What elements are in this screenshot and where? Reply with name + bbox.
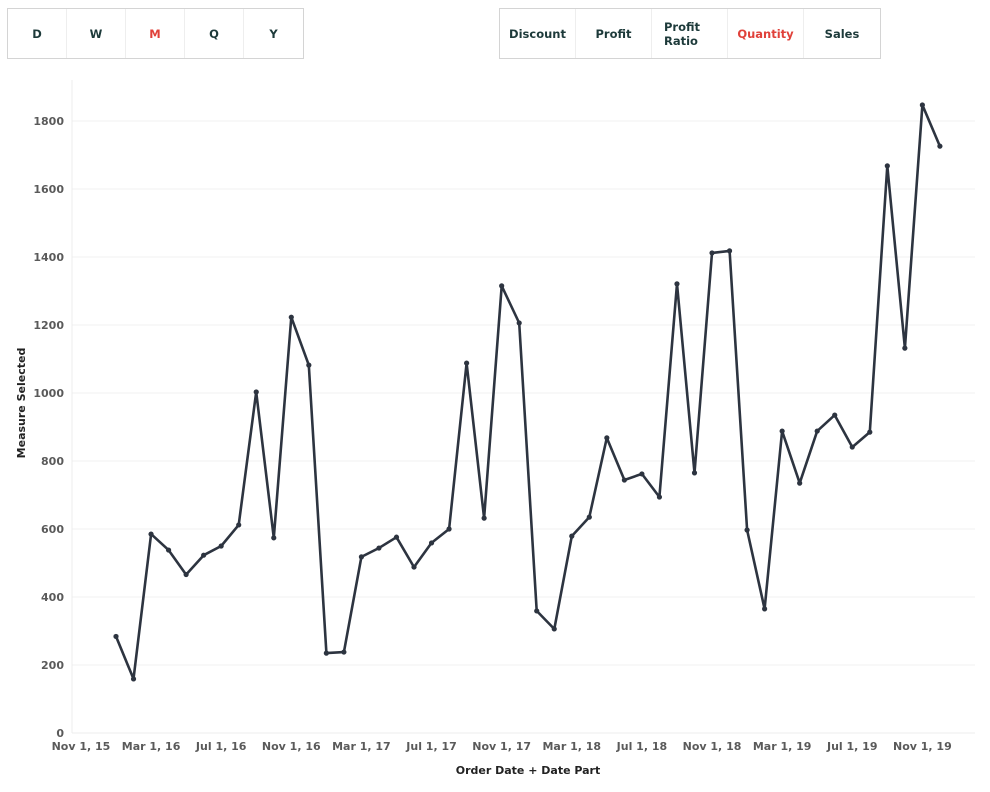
- data-point[interactable]: [709, 250, 715, 256]
- data-point[interactable]: [849, 444, 855, 450]
- data-point[interactable]: [884, 163, 890, 169]
- data-point[interactable]: [604, 435, 610, 441]
- x-tick-label: Nov 1, 15: [52, 740, 111, 753]
- y-tick-label: 1200: [33, 319, 64, 332]
- data-point[interactable]: [919, 102, 925, 108]
- data-point[interactable]: [656, 494, 663, 500]
- data-point[interactable]: [481, 515, 487, 521]
- data-point[interactable]: [446, 526, 452, 532]
- data-point[interactable]: [393, 534, 400, 540]
- data-point[interactable]: [253, 389, 259, 395]
- x-tick-label: Nov 1, 19: [893, 740, 952, 753]
- x-axis-ticks: Nov 1, 15 Mar 1, 16 Jul 1, 16 Nov 1, 16 Mar …: [52, 740, 952, 753]
- data-point[interactable]: [867, 429, 873, 435]
- x-tick-label: Jul 1, 19: [826, 740, 878, 753]
- data-point[interactable]: [674, 281, 680, 287]
- data-point[interactable]: [148, 531, 154, 537]
- data-point[interactable]: [902, 345, 908, 351]
- x-tick-label: Jul 1, 18: [616, 740, 668, 753]
- data-point[interactable]: [534, 608, 540, 614]
- gridlines: [72, 120, 975, 734]
- data-point[interactable]: [306, 362, 312, 368]
- data-point[interactable]: [569, 533, 575, 539]
- data-point[interactable]: [358, 554, 365, 560]
- x-tick-label: Mar 1, 17: [332, 740, 391, 753]
- x-tick-label: Nov 1, 18: [683, 740, 742, 753]
- data-point[interactable]: [165, 547, 172, 553]
- data-point[interactable]: [411, 564, 417, 570]
- data-point[interactable]: [113, 633, 119, 640]
- data-point[interactable]: [271, 535, 277, 541]
- x-axis-title: Order Date + Date Part: [456, 764, 601, 777]
- series-line-quantity: [114, 103, 942, 681]
- data-point[interactable]: [726, 248, 733, 254]
- y-tick-label: 1400: [33, 251, 64, 264]
- x-tick-label: Jul 1, 16: [195, 740, 247, 753]
- y-tick-label: 400: [41, 591, 64, 604]
- data-point[interactable]: [814, 428, 820, 434]
- data-point[interactable]: [797, 480, 803, 486]
- x-tick-label: Mar 1, 18: [542, 740, 601, 753]
- data-point[interactable]: [639, 471, 645, 477]
- data-point[interactable]: [376, 545, 382, 551]
- y-tick-label: 1000: [33, 387, 64, 400]
- data-point[interactable]: [621, 477, 627, 483]
- data-point[interactable]: [323, 650, 329, 656]
- data-point[interactable]: [201, 552, 207, 558]
- data-point[interactable]: [832, 412, 838, 418]
- data-point[interactable]: [464, 360, 470, 366]
- x-tick-label: Jul 1, 17: [405, 740, 457, 753]
- y-axis-title: Measure Selected: [15, 348, 28, 459]
- data-point[interactable]: [551, 626, 557, 632]
- y-tick-label: 0: [56, 727, 64, 740]
- x-tick-label: Mar 1, 19: [753, 740, 812, 753]
- data-point[interactable]: [691, 470, 698, 476]
- data-point[interactable]: [218, 543, 224, 549]
- data-point[interactable]: [499, 283, 505, 289]
- y-tick-label: 200: [41, 659, 64, 672]
- data-point[interactable]: [428, 540, 435, 546]
- data-point[interactable]: [130, 676, 137, 682]
- x-tick-label: Mar 1, 16: [122, 740, 181, 753]
- y-tick-label: 600: [41, 523, 64, 536]
- data-point[interactable]: [516, 320, 522, 326]
- data-point[interactable]: [236, 522, 242, 528]
- data-point[interactable]: [341, 649, 347, 655]
- data-point[interactable]: [183, 571, 189, 578]
- y-axis-ticks: 0 200 400 600 800 1000 1200 1400 1600 1800: [33, 115, 64, 740]
- data-point[interactable]: [586, 514, 592, 520]
- data-point[interactable]: [779, 428, 785, 434]
- x-tick-label: Nov 1, 16: [262, 740, 321, 753]
- data-point[interactable]: [937, 143, 943, 149]
- y-tick-label: 800: [41, 455, 64, 468]
- y-tick-label: 1800: [33, 115, 64, 128]
- y-tick-label: 1600: [33, 183, 64, 196]
- data-point[interactable]: [288, 314, 294, 320]
- x-tick-label: Nov 1, 17: [472, 740, 531, 753]
- data-point[interactable]: [744, 527, 750, 533]
- data-point[interactable]: [762, 606, 768, 612]
- line-chart: 0 200 400 600 800 1000 1200 1400 1600 1800 Nov 1,…: [15, 80, 975, 777]
